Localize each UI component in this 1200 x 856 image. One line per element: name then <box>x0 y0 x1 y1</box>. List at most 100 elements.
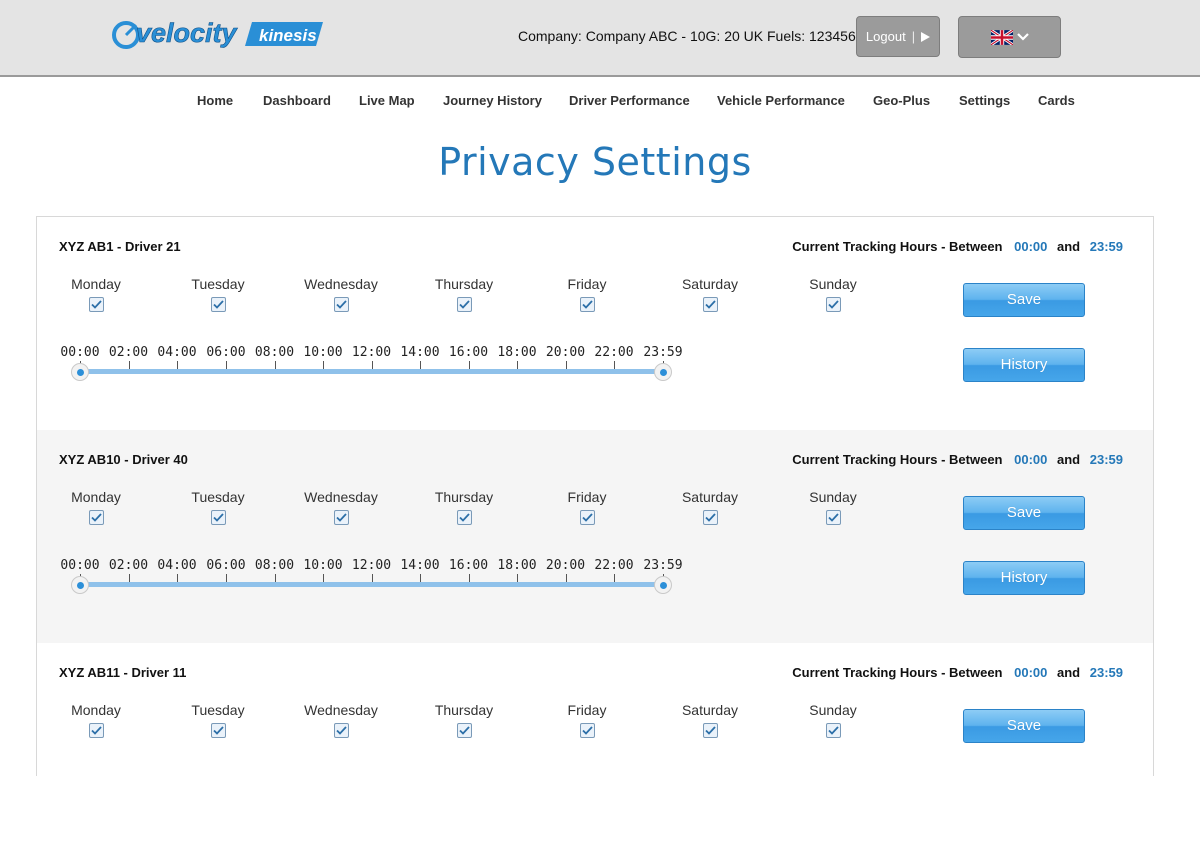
day-checkbox-monday[interactable] <box>89 510 104 525</box>
day-checkbox-monday[interactable] <box>89 297 104 312</box>
save-button[interactable]: Save <box>963 496 1085 530</box>
chevron-down-icon <box>1016 33 1029 41</box>
nav-home[interactable]: Home <box>197 93 233 108</box>
day-label-tuesday: Tuesday <box>191 489 245 505</box>
history-button[interactable]: History <box>963 561 1085 595</box>
time-tick-label: 04:00 <box>157 345 197 360</box>
day-label-thursday: Thursday <box>434 489 494 505</box>
time-tick-label: 12:00 <box>351 558 392 573</box>
nav-driver-performance[interactable]: Driver Performance <box>569 93 690 108</box>
svg-text:kinesis: kinesis <box>259 26 317 45</box>
time-tick-label: 02:00 <box>108 558 149 573</box>
nav-geo-plus[interactable]: Geo-Plus <box>873 93 930 108</box>
range-start-handle[interactable] <box>71 576 89 594</box>
time-tick-mark <box>128 361 130 369</box>
company-value: Company ABC - 10G: 20 UK Fuels: 123456 <box>585 28 856 44</box>
time-tick-label: 06:00 <box>206 345 246 360</box>
tracking-start-time: 00:00 <box>1014 452 1048 467</box>
time-range-track[interactable] <box>81 369 663 374</box>
driver-name: XYZ AB10 - Driver 40 <box>59 452 188 467</box>
time-tick-mark <box>371 574 373 582</box>
velocity-kinesis-logo[interactable]: velocity kinesis <box>110 16 325 52</box>
day-checkbox-wednesday[interactable] <box>334 510 349 525</box>
tracking-label: Current Tracking Hours - Between <box>792 239 1003 254</box>
play-arrow-icon <box>921 31 931 42</box>
time-tick-mark <box>565 361 567 369</box>
checkmark-icon <box>213 513 224 522</box>
nav-vehicle-performance[interactable]: Vehicle Performance <box>717 93 845 108</box>
range-end-handle[interactable] <box>654 576 672 594</box>
day-checkbox-sunday[interactable] <box>826 297 841 312</box>
day-checkbox-friday[interactable] <box>580 297 595 312</box>
time-tick-label: 18:00 <box>497 345 537 360</box>
day-checkbox-thursday[interactable] <box>457 510 472 525</box>
day-checkbox-saturday[interactable] <box>703 297 718 312</box>
time-tick-label: 00:00 <box>60 345 100 360</box>
day-checkbox-wednesday[interactable] <box>334 723 349 738</box>
page-title: Privacy Settings <box>438 140 752 184</box>
time-tick-label: 14:00 <box>400 558 440 573</box>
time-range-track[interactable] <box>81 582 663 587</box>
nav-settings[interactable]: Settings <box>959 93 1010 108</box>
time-tick-label: 14:00 <box>400 345 440 360</box>
tracking-end-time: 23:59 <box>1089 239 1123 254</box>
tracking-hours: Current Tracking Hours - Between 00:00 a… <box>792 239 1123 254</box>
day-checkbox-tuesday[interactable] <box>211 510 226 525</box>
day-checkbox-friday[interactable] <box>580 510 595 525</box>
save-button[interactable]: Save <box>963 709 1085 743</box>
time-tick-mark <box>468 574 470 582</box>
time-tick-label: 12:00 <box>351 345 392 360</box>
day-label-sunday: Sunday <box>809 489 857 505</box>
logout-button[interactable]: Logout | <box>856 16 940 57</box>
day-label-thursday: Thursday <box>434 276 494 292</box>
history-button[interactable]: History <box>963 348 1085 382</box>
day-checkbox-sunday[interactable] <box>826 723 841 738</box>
day-checkbox-wednesday[interactable] <box>334 297 349 312</box>
day-label-wednesday: Wednesday <box>304 276 378 292</box>
time-tick-label: 23:59 <box>643 345 683 360</box>
nav-live-map[interactable]: Live Map <box>359 93 415 108</box>
tracking-end-time: 23:59 <box>1089 665 1123 680</box>
driver-row: XYZ AB10 - Driver 40 Current Tracking Ho… <box>37 430 1153 643</box>
day-label-tuesday: Tuesday <box>191 702 245 718</box>
range-start-handle[interactable] <box>71 363 89 381</box>
day-checkbox-tuesday[interactable] <box>211 723 226 738</box>
day-label-friday: Friday <box>567 702 607 718</box>
time-tick-label: 10:00 <box>303 345 343 360</box>
time-tick-label: 23:59 <box>643 558 683 573</box>
checkmark-icon <box>705 513 716 522</box>
checkmark-icon <box>336 726 347 735</box>
time-tick-mark <box>323 574 324 582</box>
checkmark-icon <box>828 513 839 522</box>
range-end-handle[interactable] <box>654 363 672 381</box>
time-tick-mark <box>517 361 518 369</box>
day-checkbox-tuesday[interactable] <box>211 297 226 312</box>
time-tick-label: 08:00 <box>254 558 295 573</box>
driver-row: XYZ AB1 - Driver 21 Current Tracking Hou… <box>37 217 1153 430</box>
tracking-end-time: 23:59 <box>1089 452 1123 467</box>
checkmark-icon <box>828 726 839 735</box>
time-tick-mark <box>420 574 421 582</box>
time-tick-mark <box>614 361 615 369</box>
time-tick-label: 02:00 <box>108 345 149 360</box>
time-tick-mark <box>517 574 518 582</box>
day-checkbox-saturday[interactable] <box>703 723 718 738</box>
time-tick-label: 08:00 <box>254 345 295 360</box>
day-checkbox-sunday[interactable] <box>826 510 841 525</box>
svg-text:velocity: velocity <box>136 18 239 48</box>
nav-cards[interactable]: Cards <box>1038 93 1075 108</box>
day-checkbox-monday[interactable] <box>89 723 104 738</box>
save-button[interactable]: Save <box>963 283 1085 317</box>
day-checkbox-thursday[interactable] <box>457 723 472 738</box>
nav-dashboard[interactable]: Dashboard <box>263 93 331 108</box>
nav-journey-history[interactable]: Journey History <box>443 93 542 108</box>
day-checkbox-thursday[interactable] <box>457 297 472 312</box>
tracking-label: Current Tracking Hours - Between <box>792 665 1003 680</box>
language-selector[interactable] <box>958 16 1061 58</box>
day-label-monday: Monday <box>71 276 121 292</box>
day-checkbox-saturday[interactable] <box>703 510 718 525</box>
checkmark-icon <box>828 300 839 309</box>
tracking-hours: Current Tracking Hours - Between 00:00 a… <box>792 452 1123 467</box>
day-checkbox-friday[interactable] <box>580 723 595 738</box>
time-tick-mark <box>226 574 227 582</box>
